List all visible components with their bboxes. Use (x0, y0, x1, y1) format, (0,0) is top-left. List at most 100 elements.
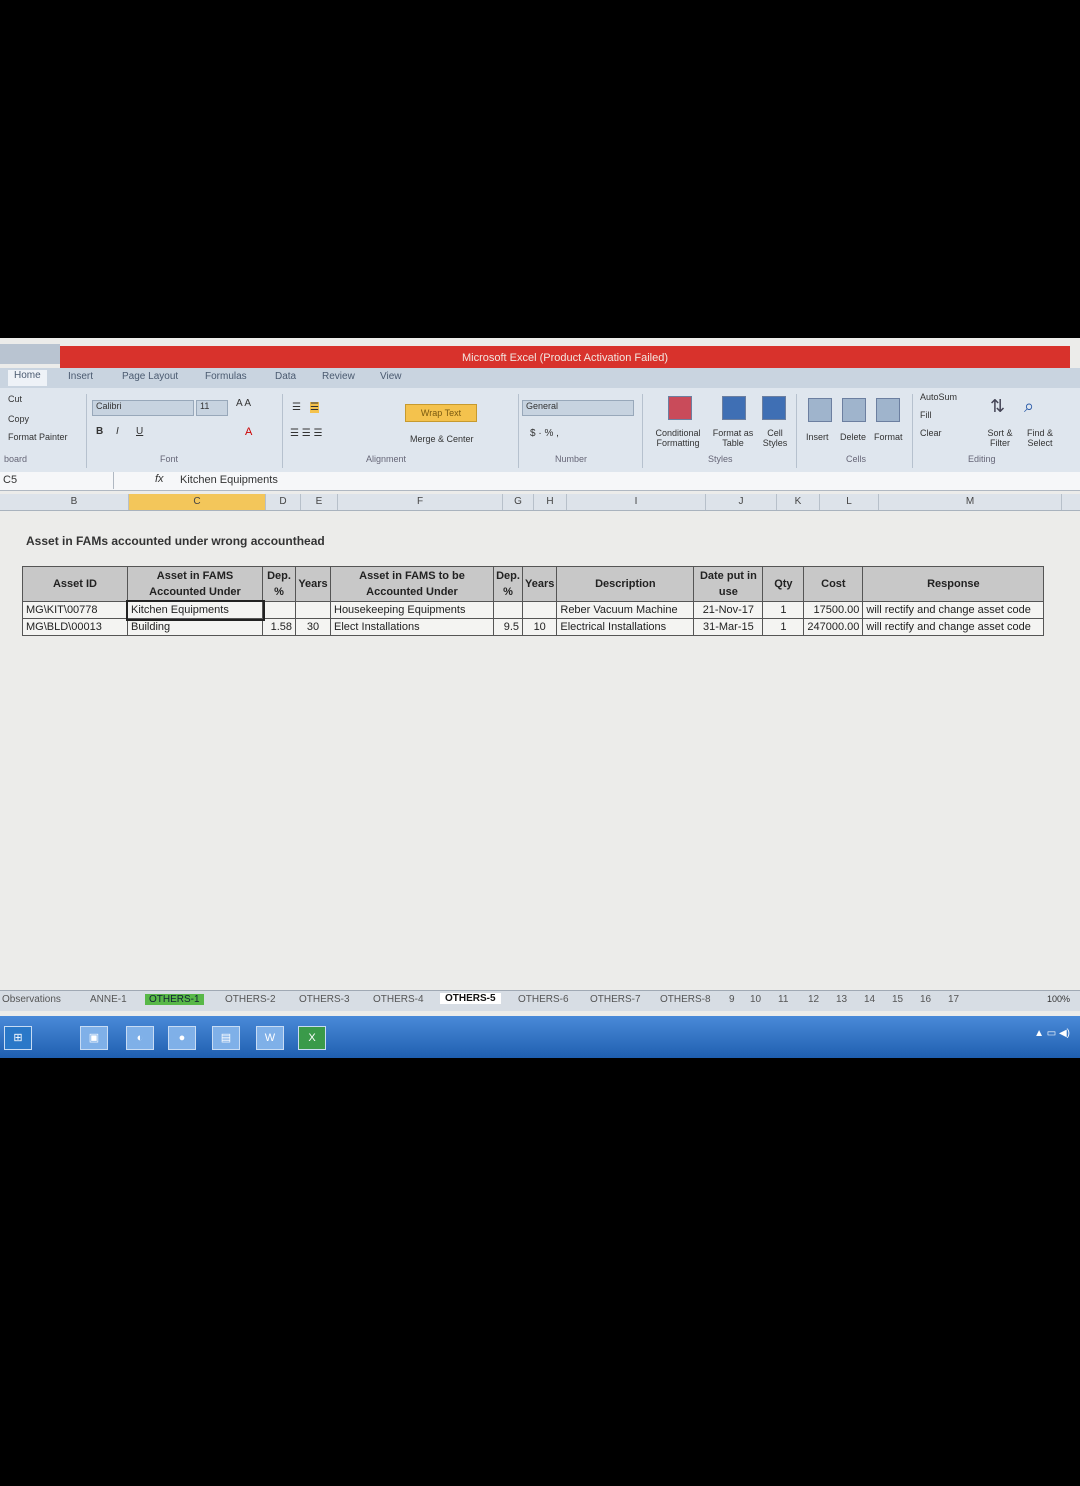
column-heading[interactable]: Years (295, 566, 331, 602)
start-icon[interactable]: ⊞ (4, 1026, 32, 1050)
find-select-icon[interactable]: ⌕ (1024, 396, 1034, 417)
column-heading[interactable]: Cost (803, 566, 864, 602)
sheet-tab[interactable]: OTHERS-2 (225, 994, 276, 1005)
table-cell[interactable]: 247000.00 (803, 618, 864, 636)
table-cell[interactable] (295, 601, 331, 619)
sheet-tab[interactable]: 17 (948, 994, 959, 1005)
table-cell[interactable]: 17500.00 (803, 601, 864, 619)
zoom-level[interactable]: 100% (1047, 994, 1070, 1004)
sheet-tab[interactable]: 16 (920, 994, 931, 1005)
sheet-tab[interactable]: OTHERS-6 (518, 994, 569, 1005)
quick-access-toolbar[interactable] (0, 344, 60, 364)
insert-cells-icon[interactable] (808, 398, 832, 422)
column-header[interactable]: J (706, 494, 777, 510)
selected-cell[interactable]: Kitchen Equipments (125, 599, 265, 621)
column-header[interactable]: E (301, 494, 338, 510)
sheet-tab[interactable]: OTHERS-7 (590, 994, 641, 1005)
cut-button[interactable]: Cut (8, 394, 22, 404)
column-heading[interactable]: Qty (762, 566, 805, 602)
column-heading[interactable]: Response (862, 566, 1045, 602)
system-tray-icon[interactable]: ▲ ▭ ◀) (1034, 1028, 1070, 1039)
format-cells-icon[interactable] (876, 398, 900, 422)
bold-icon[interactable]: B (96, 426, 103, 437)
sheet-tab[interactable]: 9 (729, 994, 735, 1005)
column-heading[interactable]: Years (521, 566, 558, 602)
sheet-tab[interactable]: Observations (2, 994, 61, 1005)
format-table-icon[interactable] (722, 396, 746, 420)
sheet-tab[interactable]: ANNE-1 (90, 994, 127, 1005)
browser-icon[interactable]: ◐ (126, 1026, 154, 1050)
column-header[interactable]: K (777, 494, 820, 510)
sheet-tab[interactable]: 15 (892, 994, 903, 1005)
conditional-formatting-icon[interactable] (668, 396, 692, 420)
table-cell[interactable]: Reber Vacuum Machine (556, 601, 695, 619)
table-cell[interactable]: Electrical Installations (556, 618, 695, 636)
table-cell[interactable]: 9.5 (493, 618, 523, 636)
column-header[interactable]: H (534, 494, 567, 510)
find-select-button[interactable]: Find & Select (1020, 428, 1060, 448)
tab-formulas[interactable]: Formulas (205, 371, 247, 382)
font-color-icon[interactable]: A (245, 426, 252, 438)
merge-center-button[interactable]: Merge & Center (410, 434, 474, 444)
cell-styles-icon[interactable] (762, 396, 786, 420)
column-header[interactable]: C (129, 494, 266, 510)
tab-page-layout[interactable]: Page Layout (122, 371, 178, 382)
align-left-icon[interactable]: ☰ ☰ ☰ (290, 428, 322, 439)
grow-font-icon[interactable]: A A (236, 398, 251, 409)
table-cell[interactable]: Elect Installations (330, 618, 494, 636)
sort-filter-icon[interactable]: ⇅ (990, 396, 1005, 417)
table-cell[interactable]: 1 (762, 618, 805, 636)
format-button[interactable]: Format (874, 432, 903, 442)
sheet-tab[interactable]: 13 (836, 994, 847, 1005)
column-header[interactable]: D (266, 494, 301, 510)
column-heading[interactable]: Date put in use (693, 566, 764, 602)
sheet-tab[interactable]: OTHERS-4 (373, 994, 424, 1005)
table-cell[interactable]: 21-Nov-17 (693, 601, 764, 619)
number-format-select[interactable]: General (522, 400, 634, 416)
tab-home[interactable]: Home (8, 370, 47, 386)
table-cell[interactable]: 30 (295, 618, 331, 636)
align-top-icon[interactable]: ☰ (292, 402, 301, 413)
name-box[interactable]: C5 (0, 472, 114, 489)
sheet-tab[interactable]: OTHERS-1 (145, 994, 204, 1005)
table-cell[interactable]: will rectify and change asset code (862, 601, 1045, 619)
autosum-button[interactable]: AutoSum (920, 392, 957, 402)
clear-button[interactable]: Clear (920, 428, 942, 438)
column-heading[interactable]: Description (556, 566, 695, 602)
sheet-tab-active[interactable]: OTHERS-5 (440, 993, 501, 1004)
sort-filter-button[interactable]: Sort & Filter (980, 428, 1020, 448)
column-header[interactable]: L (820, 494, 879, 510)
table-cell[interactable]: 31-Mar-15 (693, 618, 764, 636)
explorer-icon[interactable]: ▣ (80, 1026, 108, 1050)
tab-review[interactable]: Review (322, 371, 355, 382)
column-header[interactable]: I (567, 494, 706, 510)
column-header[interactable]: F (338, 494, 503, 510)
table-cell[interactable] (493, 601, 523, 619)
column-heading[interactable]: Asset in FAMS Accounted Under (127, 566, 263, 602)
formula-input[interactable]: Kitchen Equipments (180, 474, 278, 486)
table-cell[interactable]: will rectify and change asset code (862, 618, 1045, 636)
table-cell[interactable] (262, 601, 296, 619)
delete-button[interactable]: Delete (840, 432, 866, 442)
underline-icon[interactable]: U (136, 426, 143, 437)
table-cell[interactable]: MG\BLD\00013 (22, 618, 128, 636)
font-size-select[interactable]: 11 (196, 400, 228, 416)
column-header[interactable]: M (879, 494, 1062, 510)
wrap-text-button[interactable]: Wrap Text (405, 404, 477, 422)
table-cell[interactable]: 1 (762, 601, 805, 619)
column-heading[interactable]: Asset ID (22, 566, 128, 602)
table-cell[interactable]: MG\KIT\00778 (22, 601, 128, 619)
table-cell[interactable]: 1.58 (262, 618, 296, 636)
sheet-tab[interactable]: OTHERS-3 (299, 994, 350, 1005)
delete-cells-icon[interactable] (842, 398, 866, 422)
column-heading[interactable]: Dep. % (493, 566, 523, 602)
format-as-table-button[interactable]: Format as Table (710, 428, 756, 448)
format-painter-button[interactable]: Format Painter (8, 432, 68, 442)
sheet-tab[interactable]: OTHERS-8 (660, 994, 711, 1005)
currency-icon[interactable]: $ · % , (530, 428, 559, 439)
excel-icon[interactable]: X (298, 1026, 326, 1050)
table-cell[interactable]: Housekeeping Equipments (330, 601, 494, 619)
column-heading[interactable]: Asset in FAMS to be Accounted Under (330, 566, 494, 602)
app-icon[interactable]: ▤ (212, 1026, 240, 1050)
sheet-tab[interactable]: 12 (808, 994, 819, 1005)
